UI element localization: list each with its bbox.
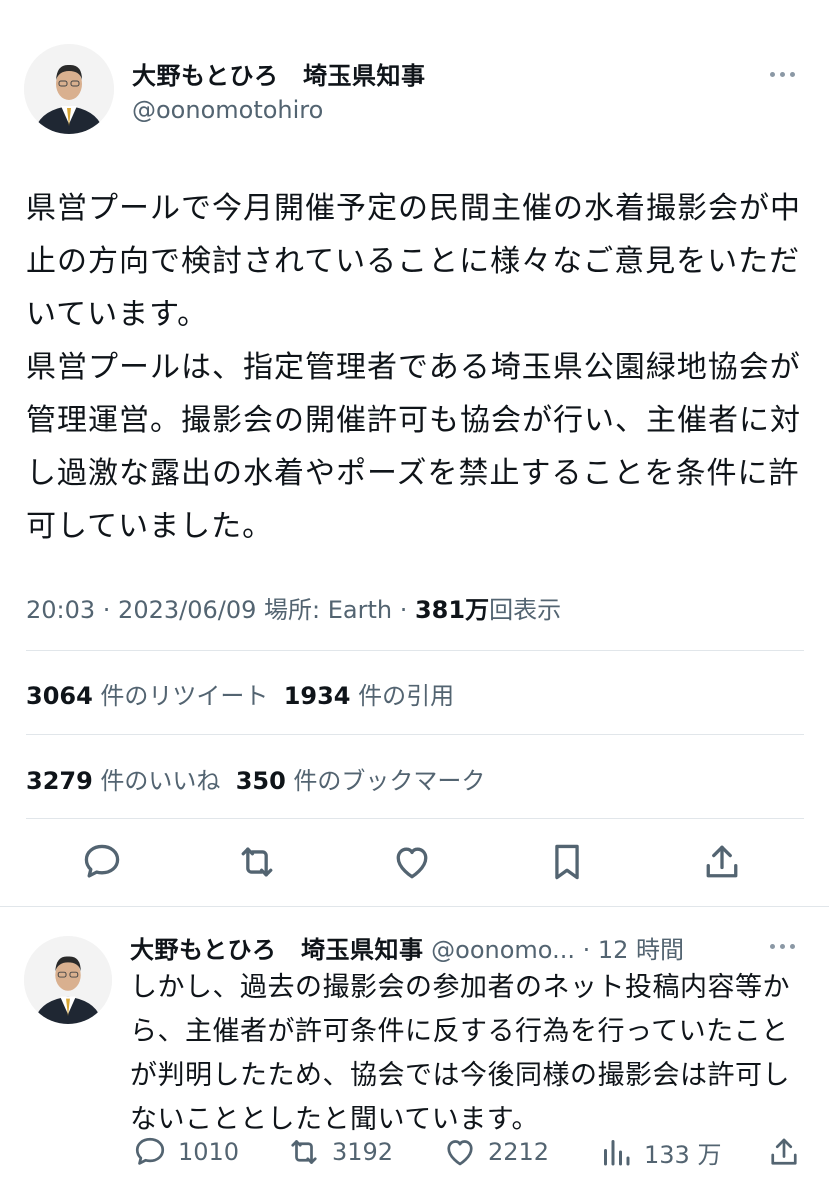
share-upload-icon [706, 845, 738, 878]
author-handle[interactable]: @oonomotohiro [132, 96, 323, 124]
bookmark-button[interactable] [543, 838, 591, 886]
heart-icon [447, 1140, 473, 1166]
divider [26, 734, 804, 735]
more-options-icon[interactable] [770, 72, 795, 77]
tweet-body: 県営プールで今月開催予定の民間主催の水着撮影会が中止の方向で検討されていることに… [26, 182, 806, 553]
retweet-arrows-icon [241, 847, 273, 877]
engagement-stats-row: 3064 件のリツイート 1934 件の引用 [26, 676, 454, 711]
views-count: 381万 [414, 596, 490, 624]
speech-bubble-icon [135, 1137, 165, 1165]
bookmarks-count[interactable]: 350 [236, 767, 286, 795]
retweet-count: 3192 [332, 1138, 394, 1166]
reply-count: 1010 [178, 1138, 240, 1166]
retweet-button[interactable] [233, 838, 281, 886]
reply-more-options-icon[interactable] [770, 944, 795, 949]
share-upload-icon [771, 1138, 797, 1165]
quotes-count[interactable]: 1934 [284, 682, 351, 710]
reply-body: しかし、過去の撮影会の参加者のネット投稿内容等から、主催者が許可条件に反する行為… [130, 972, 790, 1135]
retweets-label[interactable]: 件のリツイート [93, 682, 284, 710]
like-count: 2212 [488, 1138, 550, 1166]
reply-share-button[interactable] [766, 1132, 802, 1172]
reply-button[interactable] [78, 838, 126, 886]
reply-author-handle[interactable]: @oonomo... [424, 936, 575, 964]
governor-portrait-icon [24, 44, 114, 134]
retweets-count[interactable]: 3064 [26, 682, 93, 710]
share-button[interactable] [698, 838, 746, 886]
section-divider [0, 906, 829, 907]
tweet-meta: 20:03 · 2023/06/09 場所: Earth · 381万回表示 [26, 590, 561, 625]
tweet-paragraph: 県営プールで今月開催予定の民間主催の水着撮影会が中止の方向で検討されていることに… [26, 191, 801, 332]
bookmark-icon [555, 844, 579, 880]
heart-icon [396, 847, 428, 879]
quotes-label[interactable]: 件の引用 [350, 682, 454, 710]
tweet-location: 場所: Earth · [256, 596, 415, 624]
views-label: 回表示 [489, 596, 562, 624]
author-name[interactable]: 大野もとひろ 埼玉県知事 [132, 56, 426, 91]
tweet-paragraph: 県営プールは、指定管理者である埼玉県公園緑地協会が管理運営。撮影会の開催許可も協… [26, 350, 801, 544]
reply-header: 大野もとひろ 埼玉県知事 @oonomo... · 12 時間 [130, 930, 770, 965]
bar-chart-icon [604, 1140, 630, 1166]
divider [26, 818, 804, 819]
reply-time[interactable]: · 12 時間 [575, 936, 684, 964]
author-avatar[interactable] [24, 44, 114, 134]
engagement-stats-row: 3279 件のいいね 350 件のブックマーク [26, 761, 485, 796]
like-button[interactable] [388, 838, 436, 886]
speech-bubble-icon [84, 844, 120, 878]
governor-portrait-icon [24, 936, 112, 1024]
bookmarks-label[interactable]: 件のブックマーク [286, 767, 485, 795]
reply-author-name[interactable]: 大野もとひろ 埼玉県知事 [130, 936, 424, 964]
reply-views-button[interactable]: 133 万 [598, 1132, 721, 1172]
divider [26, 650, 804, 651]
reply-author-avatar[interactable] [24, 936, 112, 1024]
views-count: 133 万 [644, 1140, 722, 1169]
tweet-timestamp[interactable]: 20:03 · 2023/06/09 [26, 596, 256, 624]
reply-retweet-button[interactable]: 3192 [286, 1132, 393, 1172]
likes-count[interactable]: 3279 [26, 767, 93, 795]
likes-label[interactable]: 件のいいね [93, 767, 236, 795]
reply-like-button[interactable]: 2212 [442, 1132, 549, 1172]
retweet-arrows-icon [291, 1140, 317, 1164]
reply-reply-button[interactable]: 1010 [132, 1132, 239, 1172]
